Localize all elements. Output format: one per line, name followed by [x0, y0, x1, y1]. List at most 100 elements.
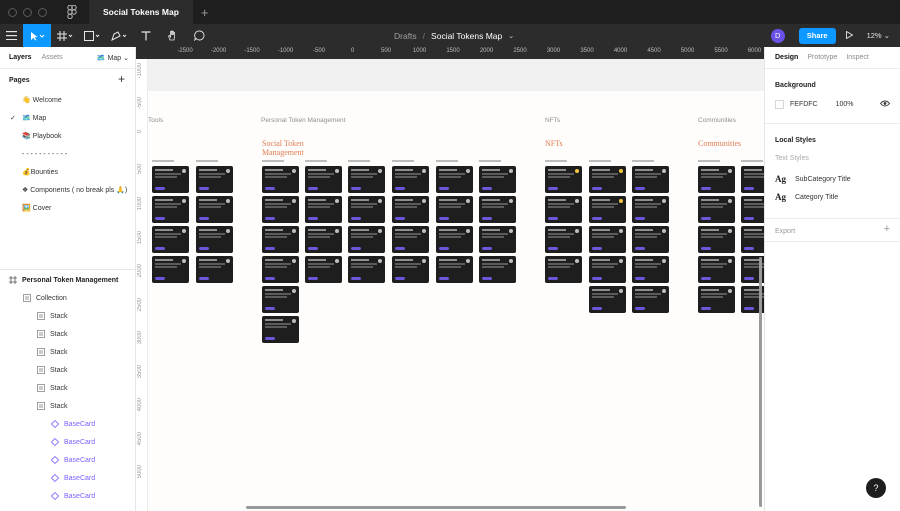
base-card[interactable] — [698, 196, 735, 223]
base-card[interactable] — [741, 226, 764, 253]
page-selector[interactable]: 🗺️ Map ⌄ — [97, 54, 129, 62]
base-card[interactable] — [262, 226, 299, 253]
base-card[interactable] — [479, 196, 516, 223]
page-item[interactable]: 👋 Welcome — [0, 91, 135, 109]
base-card[interactable] — [392, 166, 429, 193]
section-label-communities[interactable]: Communities — [698, 117, 736, 124]
background-swatch[interactable] — [775, 99, 784, 109]
tab-inspect[interactable]: Inspect — [846, 54, 869, 61]
base-card[interactable] — [589, 226, 626, 253]
layer-item[interactable]: Stack — [0, 379, 135, 397]
base-card[interactable] — [589, 256, 626, 283]
text-style-subcategory-title[interactable]: Ag SubCategory Title — [775, 170, 890, 188]
base-card[interactable] — [479, 226, 516, 253]
vertical-scrollbar[interactable] — [759, 257, 762, 507]
layer-item[interactable]: Stack — [0, 361, 135, 379]
text-style-category-title[interactable]: Ag Category Title — [775, 188, 890, 206]
base-card[interactable] — [305, 256, 342, 283]
base-card[interactable] — [632, 196, 669, 223]
comment-tool-button[interactable] — [186, 24, 213, 47]
add-export-button[interactable]: + — [884, 223, 890, 235]
base-card[interactable] — [436, 196, 473, 223]
base-card[interactable] — [392, 256, 429, 283]
tab-layers[interactable]: Layers — [9, 54, 32, 61]
canvas[interactable]: -2500 -2000 -1500 -1000 -500 0 500 1000 1500 2000… — [136, 47, 764, 511]
base-card[interactable] — [262, 166, 299, 193]
base-card[interactable] — [196, 256, 233, 283]
layer-item[interactable]: Collection — [0, 289, 135, 307]
main-menu-button[interactable] — [0, 24, 23, 47]
base-card[interactable] — [698, 256, 735, 283]
base-card[interactable] — [305, 166, 342, 193]
base-card[interactable] — [392, 196, 429, 223]
crumb-drafts[interactable]: Drafts — [394, 31, 417, 41]
base-card[interactable] — [348, 166, 385, 193]
base-card[interactable] — [305, 226, 342, 253]
base-card[interactable] — [479, 166, 516, 193]
hand-tool-button[interactable] — [159, 24, 186, 47]
layer-item[interactable]: Stack — [0, 397, 135, 415]
help-button[interactable]: ? — [866, 478, 886, 498]
base-card[interactable] — [632, 226, 669, 253]
zoom-level[interactable]: 12% ⌄ — [867, 31, 890, 40]
layer-item[interactable]: Personal Token Management — [0, 271, 135, 289]
layer-item-component[interactable]: BaseCard — [0, 415, 135, 433]
base-card[interactable] — [545, 196, 582, 223]
base-card[interactable] — [632, 286, 669, 313]
base-card[interactable] — [589, 196, 626, 223]
base-card[interactable] — [152, 166, 189, 193]
new-tab-button[interactable]: + — [201, 6, 209, 19]
section-title-nfts[interactable]: NFTs — [545, 139, 563, 148]
map-frame[interactable]: Tools Personal Token Management NFTs Com… — [148, 59, 764, 511]
section-label-nfts[interactable]: NFTs — [545, 117, 560, 124]
figma-logo-icon[interactable] — [67, 4, 79, 20]
minimize-window-button[interactable] — [23, 7, 32, 17]
base-card[interactable] — [741, 196, 764, 223]
layer-item[interactable]: Stack — [0, 307, 135, 325]
base-card[interactable] — [262, 256, 299, 283]
page-item[interactable]: - - - - - - - - - - - — [0, 145, 135, 163]
base-card[interactable] — [348, 196, 385, 223]
base-card[interactable] — [698, 226, 735, 253]
close-window-button[interactable] — [8, 7, 17, 17]
chevron-down-icon[interactable]: ⌄ — [508, 32, 514, 40]
base-card[interactable] — [589, 286, 626, 313]
base-card[interactable] — [196, 226, 233, 253]
base-card[interactable] — [305, 196, 342, 223]
maximize-window-button[interactable] — [38, 7, 47, 17]
section-label-personal-token-management[interactable]: Personal Token Management — [261, 117, 345, 124]
base-card[interactable] — [589, 166, 626, 193]
layer-item[interactable]: Stack — [0, 343, 135, 361]
base-card[interactable] — [741, 166, 764, 193]
page-item[interactable]: 💰Bounties — [0, 163, 135, 181]
base-card[interactable] — [436, 166, 473, 193]
section-title-social-token-management[interactable]: Social Token Management — [262, 139, 322, 157]
layer-item-component[interactable]: BaseCard — [0, 451, 135, 469]
base-card[interactable] — [348, 256, 385, 283]
base-card[interactable] — [348, 226, 385, 253]
layer-item-component[interactable]: BaseCard — [0, 469, 135, 487]
base-card[interactable] — [262, 316, 299, 343]
page-item[interactable]: 📚 Playbook — [0, 127, 135, 145]
page-item[interactable]: ✓ 🗺️ Map — [0, 109, 135, 127]
eye-icon[interactable] — [879, 100, 891, 109]
pen-tool-button[interactable] — [105, 24, 132, 47]
frame-tool-button[interactable] — [51, 24, 78, 47]
base-card[interactable] — [632, 256, 669, 283]
base-card[interactable] — [392, 226, 429, 253]
base-card[interactable] — [698, 166, 735, 193]
avatar[interactable]: D — [770, 28, 785, 43]
layer-item-component[interactable]: BaseCard — [0, 487, 135, 505]
base-card[interactable] — [436, 226, 473, 253]
present-play-icon[interactable] — [845, 30, 853, 41]
base-card[interactable] — [152, 196, 189, 223]
tab-assets[interactable]: Assets — [42, 54, 63, 61]
section-title-communities[interactable]: Communities — [698, 139, 741, 148]
base-card[interactable] — [262, 286, 299, 313]
base-card[interactable] — [632, 166, 669, 193]
page-item[interactable]: ❖ Components ( no break pls 🙏) — [0, 181, 135, 199]
base-card[interactable] — [545, 256, 582, 283]
layer-item-component[interactable]: BaseCard — [0, 433, 135, 451]
base-card[interactable] — [196, 166, 233, 193]
base-card[interactable] — [545, 226, 582, 253]
